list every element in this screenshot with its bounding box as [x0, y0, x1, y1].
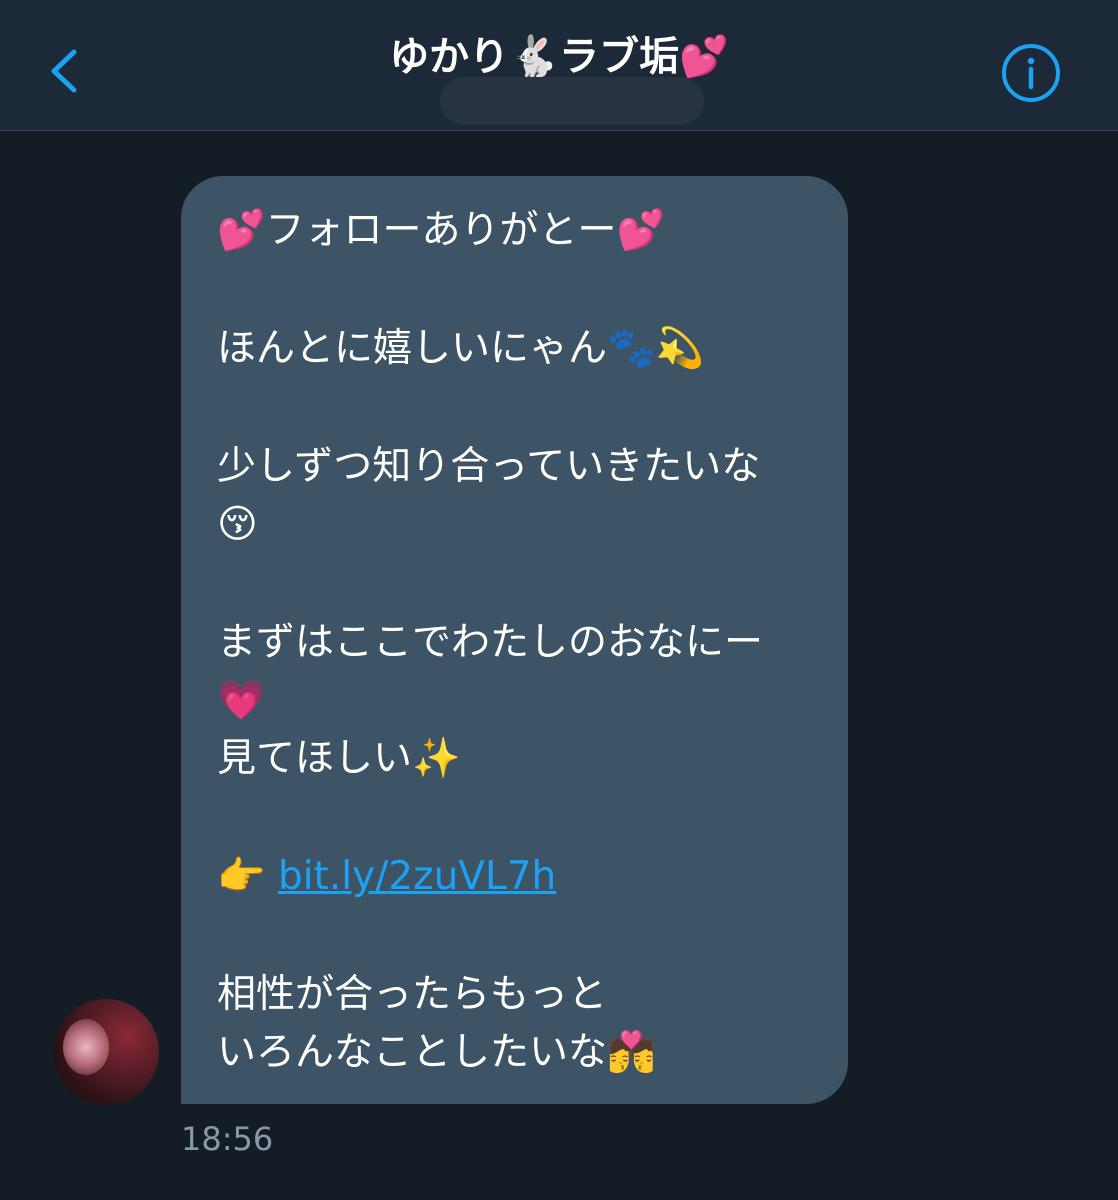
conversation-header: ゆかり🐇ラブ垢💕	[0, 0, 1118, 131]
message-line: ほんとに嬉しいにゃん🐾💫	[217, 326, 705, 371]
message-line: いろんなことしたいな💏	[217, 1030, 656, 1075]
message-timestamp: 18:56	[181, 1120, 274, 1158]
message-line: 相性が合ったらもっと	[217, 972, 608, 1017]
avatar[interactable]	[53, 999, 159, 1105]
message-bubble: 💕フォローありがとー💕 ほんとに嬉しいにゃん🐾💫 少しずつ知り合っていきたいな …	[181, 176, 848, 1104]
redacted-handle	[440, 77, 704, 125]
conversation-title[interactable]: ゆかり🐇ラブ垢💕	[0, 24, 1118, 82]
info-circle-icon	[1002, 44, 1060, 102]
message-line: 見てほしい✨	[217, 736, 461, 781]
message-link-line: 👉 bit.ly/2zuVL7h	[217, 848, 824, 906]
avatar-photo-detail	[63, 1019, 109, 1075]
info-button[interactable]	[1000, 42, 1062, 104]
message-line: 💕フォローありがとー💕	[217, 208, 666, 253]
message-link[interactable]: bit.ly/2zuVL7h	[278, 854, 556, 899]
message-line: 少しずつ知り合っていきたいな	[217, 444, 761, 489]
message-line: まずはここでわたしのおなにー	[217, 620, 764, 665]
message-line: 😚	[217, 502, 258, 547]
message-line: 💗	[217, 678, 266, 723]
pointing-hand-emoji: 👉	[217, 854, 278, 899]
